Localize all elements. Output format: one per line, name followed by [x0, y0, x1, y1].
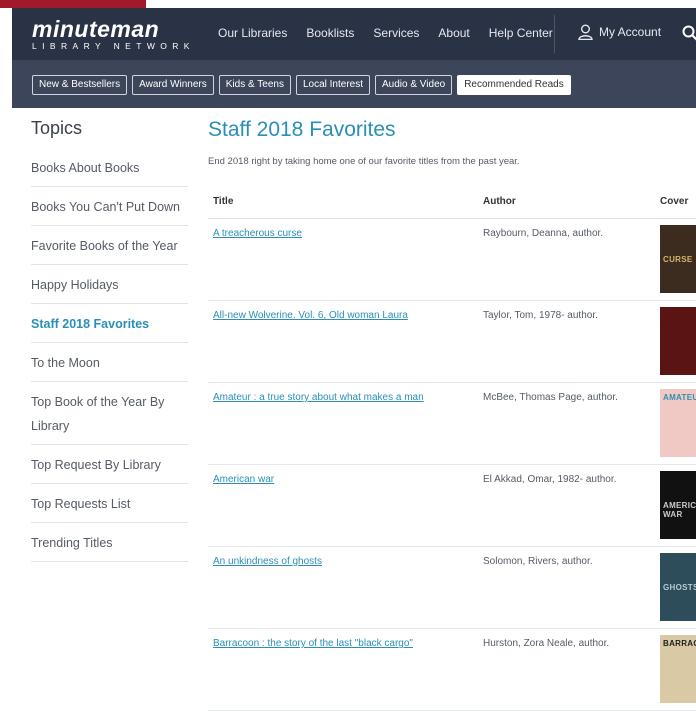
- book-cover-text: GHOSTS: [663, 583, 696, 592]
- my-account-label: My Account: [599, 25, 662, 39]
- sidebar-item-favorite-books[interactable]: Favorite Books of the Year: [31, 226, 188, 265]
- book-cover-text: CURSE: [663, 255, 693, 264]
- table-row: All-new Wolverine. Vol. 6, Old woman Lau…: [208, 301, 696, 383]
- column-author: Author: [483, 196, 516, 207]
- category-pills: New & Bestsellers Award Winners Kids & T…: [32, 75, 576, 95]
- pill-local-interest[interactable]: Local Interest: [295, 75, 370, 95]
- sidebar-item-trending-titles[interactable]: Trending Titles: [31, 523, 188, 562]
- book-author: Solomon, Rivers, author.: [483, 556, 593, 567]
- book-cover-image[interactable]: AMERICAN WAR: [660, 471, 696, 539]
- book-author: Raybourn, Deanna, author.: [483, 228, 604, 239]
- nav-about[interactable]: About: [438, 26, 469, 40]
- sidebar-item-staff-favorites[interactable]: Staff 2018 Favorites: [31, 304, 188, 343]
- intro-text: End 2018 right by taking home one of our…: [208, 156, 520, 167]
- logo[interactable]: minuteman LIBRARY NETWORK: [32, 16, 195, 52]
- sidebar-item-to-the-moon[interactable]: To the Moon: [31, 343, 188, 382]
- book-title-link[interactable]: All-new Wolverine. Vol. 6, Old woman Lau…: [213, 310, 408, 321]
- book-cover-image[interactable]: GHOSTS: [660, 553, 696, 621]
- nav-booklists[interactable]: Booklists: [306, 26, 354, 40]
- book-author: McBee, Thomas Page, author.: [483, 392, 618, 403]
- book-cover-image[interactable]: CURSE: [660, 225, 696, 293]
- column-title: Title: [213, 196, 234, 207]
- table-row: Barracoon : the story of the last "black…: [208, 629, 696, 711]
- topics-sidebar: Topics Books About Books Books You Can't…: [31, 118, 188, 562]
- page-title: Staff 2018 Favorites: [208, 118, 396, 141]
- book-title-link[interactable]: Amateur : a true story about what makes …: [213, 392, 424, 403]
- nav-help-center[interactable]: Help Center: [489, 26, 553, 40]
- nav-divider: [554, 15, 555, 53]
- book-author: El Akkad, Omar, 1982- author.: [483, 474, 617, 485]
- top-navigation-bar: minuteman LIBRARY NETWORK Our Libraries …: [12, 8, 696, 60]
- table-row: Amateur : a true story about what makes …: [208, 383, 696, 465]
- logo-wordmark: minuteman: [32, 16, 160, 42]
- sidebar-item-top-request-by-library[interactable]: Top Request By Library: [31, 445, 188, 484]
- pill-recommended-reads[interactable]: Recommended Reads: [457, 75, 571, 95]
- sidebar-item-cant-put-down[interactable]: Books You Can't Put Down: [31, 187, 188, 226]
- table-row: A treacherous curse Raybourn, Deanna, aut…: [208, 219, 696, 301]
- table-row: An unkindness of ghosts Solomon, Rivers, …: [208, 547, 696, 629]
- pill-award-winners[interactable]: Award Winners: [132, 75, 214, 95]
- table-body: A treacherous curse Raybourn, Deanna, aut…: [208, 219, 696, 711]
- main-content: Staff 2018 Favorites End 2018 right by t…: [208, 118, 696, 711]
- pill-kids-teens[interactable]: Kids & Teens: [218, 75, 291, 95]
- column-cover: Cover: [660, 196, 689, 207]
- book-cover-text: AMERICAN WAR: [663, 501, 696, 519]
- book-cover-image[interactable]: AMATEUR: [660, 389, 696, 457]
- book-title-link[interactable]: Barracoon : the story of the last "black…: [213, 638, 413, 649]
- sidebar-item-top-requests-list[interactable]: Top Requests List: [31, 484, 188, 523]
- book-author: Hurston, Zora Neale, author.: [483, 638, 610, 649]
- nav-services[interactable]: Services: [373, 26, 419, 40]
- sub-navigation-bar: New & Bestsellers Award Winners Kids & T…: [12, 60, 696, 108]
- nav-our-libraries[interactable]: Our Libraries: [218, 26, 287, 40]
- book-title-link[interactable]: A treacherous curse: [213, 228, 302, 239]
- topics-title: Topics: [31, 118, 83, 138]
- book-cover-image[interactable]: [660, 307, 696, 375]
- pill-audio-video[interactable]: Audio & Video: [375, 75, 453, 95]
- left-margin: [0, 8, 12, 686]
- book-title-link[interactable]: American war: [213, 474, 274, 485]
- table-row: American war El Akkad, Omar, 1982- author…: [208, 465, 696, 547]
- top-accent-bar: [0, 0, 146, 8]
- logo-subtitle: LIBRARY NETWORK: [32, 41, 195, 51]
- pill-new-bestsellers[interactable]: New & Bestsellers: [32, 75, 128, 95]
- sidebar-item-books-about-books[interactable]: Books About Books: [31, 152, 188, 187]
- book-cover-text: BARRACOON: [663, 639, 696, 648]
- my-account-link[interactable]: My Account: [578, 24, 661, 40]
- sidebar-item-top-book-by-library[interactable]: Top Book of the Year By Library: [31, 382, 188, 445]
- book-cover-text: AMATEUR: [663, 393, 696, 402]
- book-cover-image[interactable]: BARRACOON: [660, 635, 696, 703]
- table-header: Title Author Cover: [208, 190, 696, 219]
- user-icon: [578, 24, 593, 40]
- sidebar-item-happy-holidays[interactable]: Happy Holidays: [31, 265, 188, 304]
- search-icon[interactable]: [682, 25, 696, 41]
- book-author: Taylor, Tom, 1978- author.: [483, 310, 598, 321]
- main-nav: Our Libraries Booklists Services About H…: [218, 26, 572, 40]
- book-title-link[interactable]: An unkindness of ghosts: [213, 556, 322, 567]
